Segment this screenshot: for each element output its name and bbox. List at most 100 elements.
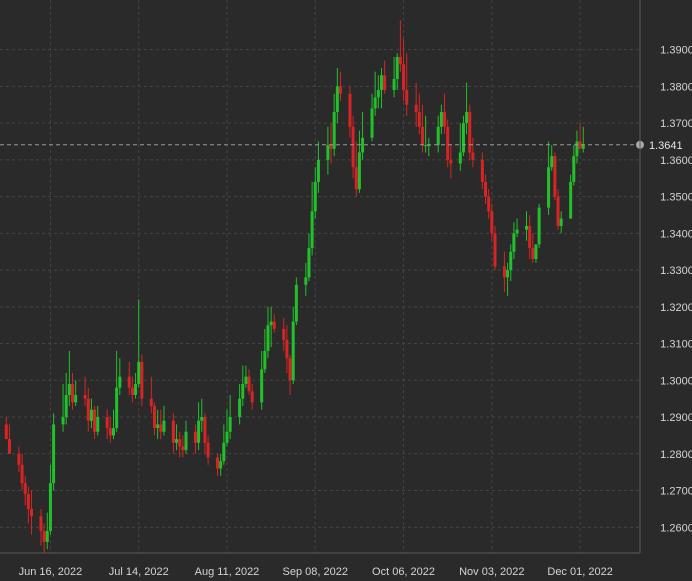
candle-body [581,144,585,149]
candle-body [193,431,197,443]
candle-body [525,225,529,230]
chart-canvas: 1.3641 1.2600 1.2700 1.2800 1.2900 1.3000 1.3… [0,0,692,581]
candle-body [484,181,488,197]
candle-body [487,196,491,212]
candle-body [332,112,336,149]
candle-body [329,145,333,149]
candle-body [534,244,538,260]
candle-body [156,424,160,429]
candle-body [313,181,317,212]
candle-body [171,420,175,443]
candle-body [512,233,516,252]
candle-body [175,439,179,443]
candle-body [502,266,506,278]
candle-body [351,126,355,168]
candle-body [414,104,418,113]
candle-body [127,376,131,388]
candle-body [392,79,396,91]
candle-body [537,207,541,245]
candle-body [225,431,229,443]
x-tick-label: Nov 03, 2022 [459,566,524,578]
candle-body [354,167,358,190]
y-tick-label: 1.3800 [660,81,692,93]
candle-body [553,156,557,197]
candle-body [89,409,93,421]
y-tick-label: 1.2700 [660,486,692,498]
candle-body [108,428,112,436]
candle-body [118,376,122,388]
candle-body [71,383,75,403]
candle-body [310,211,314,249]
candle-body [417,112,421,127]
candle-body [569,181,573,219]
candle-body [111,428,115,436]
candle-body [480,159,484,182]
candle-body [26,494,30,509]
candle-body [572,156,576,182]
candle-body [446,126,450,160]
candle-body [96,417,100,432]
candle-body [465,112,469,124]
candle-body [436,126,440,146]
candle-body [528,225,532,249]
candle-body [152,406,156,429]
candle-body [86,398,90,421]
candle-body [373,97,377,109]
candle-body [4,424,8,440]
candle-body [178,439,182,447]
y-tick-label: 1.2600 [660,522,692,534]
x-tick-label: Jul 14, 2022 [109,566,169,578]
candle-body [361,137,365,153]
candle-body [130,387,134,395]
candle-body [247,376,251,392]
candle-body [45,530,49,542]
candle-body [461,123,465,153]
candle-body [67,383,71,395]
candle-body [7,439,11,454]
candle-body [335,86,339,113]
candle-body [398,56,402,65]
candle-body [206,442,210,458]
candle-body [42,530,46,542]
candle-body [184,431,188,451]
candle-body [490,211,494,234]
candle-body [228,417,232,432]
candle-body [468,112,472,153]
candle-body [159,424,163,432]
candle-body [288,358,292,381]
candle-up [52,413,56,491]
candle-body [348,93,352,127]
candle-body [575,141,579,157]
candle-body [357,152,361,190]
candle-body [316,159,320,182]
candle-body [222,442,226,462]
x-tick-label: Dec 01, 2022 [547,566,612,578]
candle-body [515,229,519,234]
y-tick-label: 1.3400 [660,228,692,240]
y-tick-label: 1.3900 [660,45,692,57]
x-tick-label: Jun 16, 2022 [19,566,83,578]
candle-body [216,457,220,469]
candle-body [219,461,223,469]
candle-body [162,420,166,432]
candle-body [395,56,399,79]
candle-body [304,277,308,285]
candle-body [241,383,245,399]
candle-body [509,251,513,271]
candle-body [20,464,24,484]
last-price-label: 1.3641 [649,140,683,152]
candle-body [250,391,254,403]
y-tick-label: 1.2900 [660,412,692,424]
candle-body [424,145,428,147]
candle-up [537,203,541,249]
y-tick-label: 1.3200 [660,302,692,314]
candle-body [149,398,153,407]
candle-body [134,383,138,395]
candle-body [427,145,431,147]
candle-body [471,152,475,160]
candle-body [52,424,56,484]
y-tick-label: 1.3600 [660,155,692,167]
candle-body [405,90,409,105]
candle-down [553,152,557,201]
candle-body [379,75,383,91]
